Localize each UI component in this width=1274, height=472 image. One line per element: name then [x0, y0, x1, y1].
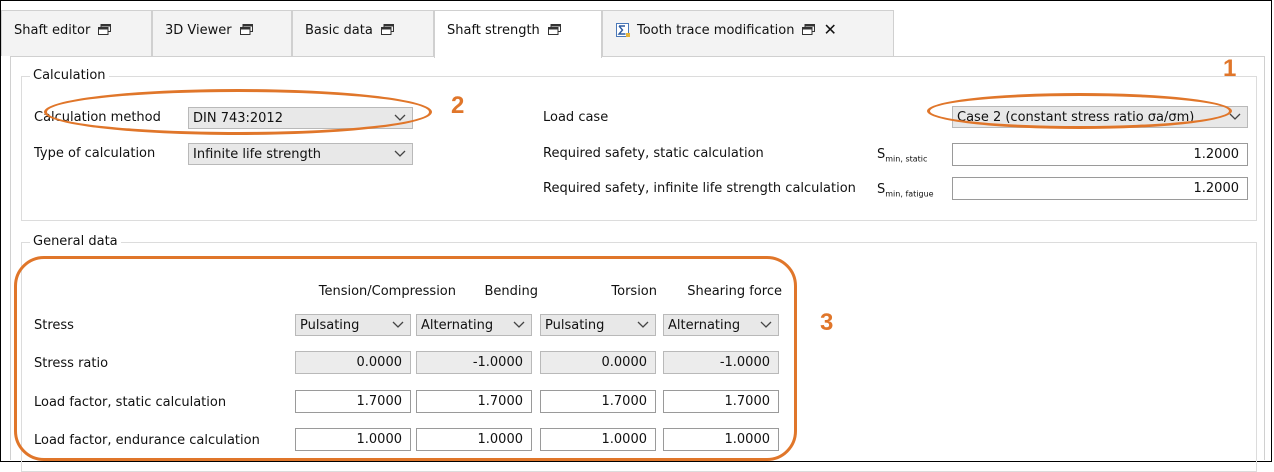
tab-shaft-strength[interactable]: Shaft strength — [434, 10, 602, 58]
tab-label: 3D Viewer — [165, 23, 232, 38]
type-of-calculation-select[interactable]: Infinite life strength — [188, 143, 413, 165]
type-of-calculation-label: Type of calculation — [34, 146, 156, 161]
required-safety-static-label: Required safety, static calculation — [543, 146, 764, 161]
float-window-icon[interactable] — [239, 24, 253, 35]
annotation-ring-load-case — [927, 93, 1232, 129]
float-window-icon[interactable] — [98, 24, 112, 35]
required-safety-static-input[interactable]: 1.2000 — [952, 143, 1248, 166]
annotation-ring-calculation-method — [44, 89, 432, 135]
float-window-icon[interactable] — [802, 24, 816, 35]
tab-label: Shaft strength — [447, 23, 540, 38]
tab-shaft-editor[interactable]: Shaft editor — [1, 10, 152, 56]
float-window-icon[interactable] — [547, 24, 561, 35]
close-icon[interactable]: ✕ — [823, 22, 836, 38]
load-case-label: Load case — [543, 110, 609, 125]
tab-label: Tooth trace modification — [637, 23, 795, 38]
group-title: General data — [30, 234, 121, 249]
select-value: Infinite life strength — [193, 147, 322, 162]
annotation-number-1: 1 — [1223, 55, 1237, 82]
smin-static-symbol: Smin, static — [877, 147, 928, 164]
required-safety-fatigue-input[interactable]: 1.2000 — [952, 177, 1248, 200]
chevron-down-icon — [394, 150, 406, 157]
tab-bar: Shaft editor 3D Viewer Basic data Shaft … — [1, 1, 1271, 58]
tab-label: Shaft editor — [14, 23, 91, 38]
float-window-icon[interactable] — [380, 24, 394, 35]
tab-3d-viewer[interactable]: 3D Viewer — [152, 10, 292, 56]
annotation-ring-general-data — [14, 256, 797, 461]
smin-fatigue-symbol: Smin, fatigue — [877, 182, 934, 199]
tab-basic-data[interactable]: Basic data — [292, 10, 434, 56]
tab-tooth-trace-modification[interactable]: Tooth trace modification ✕ — [602, 10, 894, 56]
annotation-number-2: 2 — [451, 92, 465, 119]
tab-label: Basic data — [305, 23, 373, 38]
annotation-number-3: 3 — [820, 309, 834, 336]
required-safety-fatigue-label: Required safety, infinite life strength … — [543, 181, 856, 196]
group-title: Calculation — [30, 68, 109, 83]
sigma-document-icon — [616, 23, 630, 37]
